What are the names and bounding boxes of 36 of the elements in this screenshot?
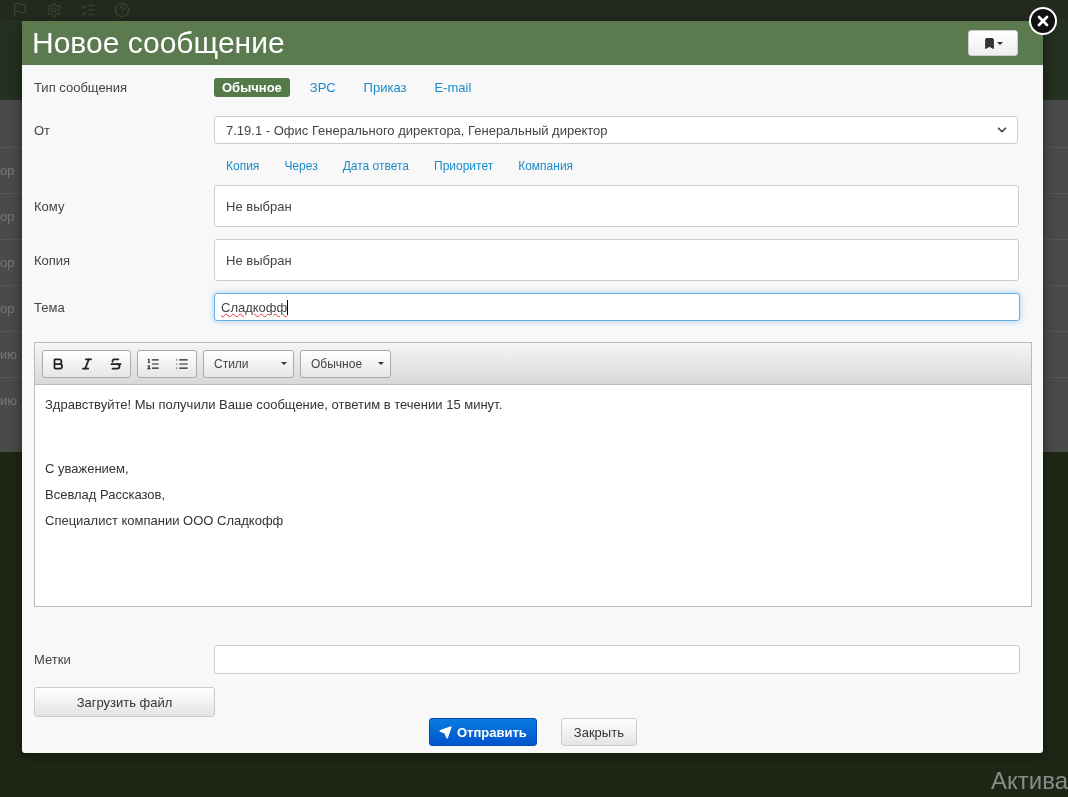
tags-field[interactable] bbox=[214, 645, 1020, 674]
window-title: Новое сообщение bbox=[32, 26, 285, 60]
field-label: Метки bbox=[34, 652, 72, 667]
format-dropdown[interactable]: Стили bbox=[203, 349, 294, 378]
message-type-option[interactable]: ЗРС bbox=[301, 77, 344, 97]
message-line: Всевлад Рассказов, bbox=[45, 487, 167, 503]
paper-plane-icon bbox=[439, 725, 452, 739]
add-field-link[interactable]: Копия bbox=[226, 159, 260, 173]
bookmark-icon bbox=[983, 36, 996, 50]
upload-file-button[interactable]: Загрузить файл bbox=[34, 687, 215, 717]
close-icon bbox=[1035, 13, 1051, 29]
close-dialog-button[interactable]: Закрыть bbox=[560, 718, 637, 746]
field-label: От bbox=[34, 122, 52, 138]
message-line: Здравствуйте! Мы получили Ваше сообщение, ответим в течении 15 минут. bbox=[45, 397, 504, 413]
format-dropdown[interactable]: Обычное bbox=[300, 349, 391, 378]
field-label: Тип сообщения bbox=[34, 79, 129, 95]
subject-field[interactable]: Сладкофф bbox=[214, 293, 1020, 321]
sender-select[interactable]: 7.19.1 - Офис Генерального директора, Генеральный директор bbox=[214, 116, 1018, 144]
add-field-link[interactable]: Приоритет bbox=[434, 159, 494, 173]
message-type-option[interactable]: Обычное bbox=[214, 77, 290, 97]
message-type-option[interactable]: Приказ bbox=[355, 77, 415, 97]
add-field-link[interactable]: Компания bbox=[518, 159, 574, 173]
add-field-link[interactable]: Дата ответа bbox=[342, 159, 409, 173]
message-type-option[interactable]: E-mail bbox=[426, 77, 480, 97]
message-line: С уважением, bbox=[45, 461, 130, 477]
message-line: Специалист компании ООО Сладкофф bbox=[45, 513, 285, 529]
field-label: Тема bbox=[34, 299, 66, 315]
field-label: Кому bbox=[34, 198, 66, 214]
recipient-field[interactable]: Не выбран bbox=[214, 239, 1019, 281]
bookmark-menu-button[interactable] bbox=[968, 30, 1018, 56]
send-button[interactable]: Отправить bbox=[429, 718, 537, 746]
activation-notice: Актива bbox=[991, 767, 1068, 795]
add-field-link[interactable]: Через bbox=[284, 159, 318, 173]
recipient-field[interactable]: Не выбран bbox=[214, 185, 1019, 227]
field-label: Копия bbox=[34, 252, 72, 268]
text-editor[interactable]: Стили Обычное Здравствуйте! Мы получили Ваше сообщение, ответим в течении 15 минут. С уважением, Всевлад Рассказов, Специалист компании ООО Сладкофф bbox=[34, 342, 1032, 607]
